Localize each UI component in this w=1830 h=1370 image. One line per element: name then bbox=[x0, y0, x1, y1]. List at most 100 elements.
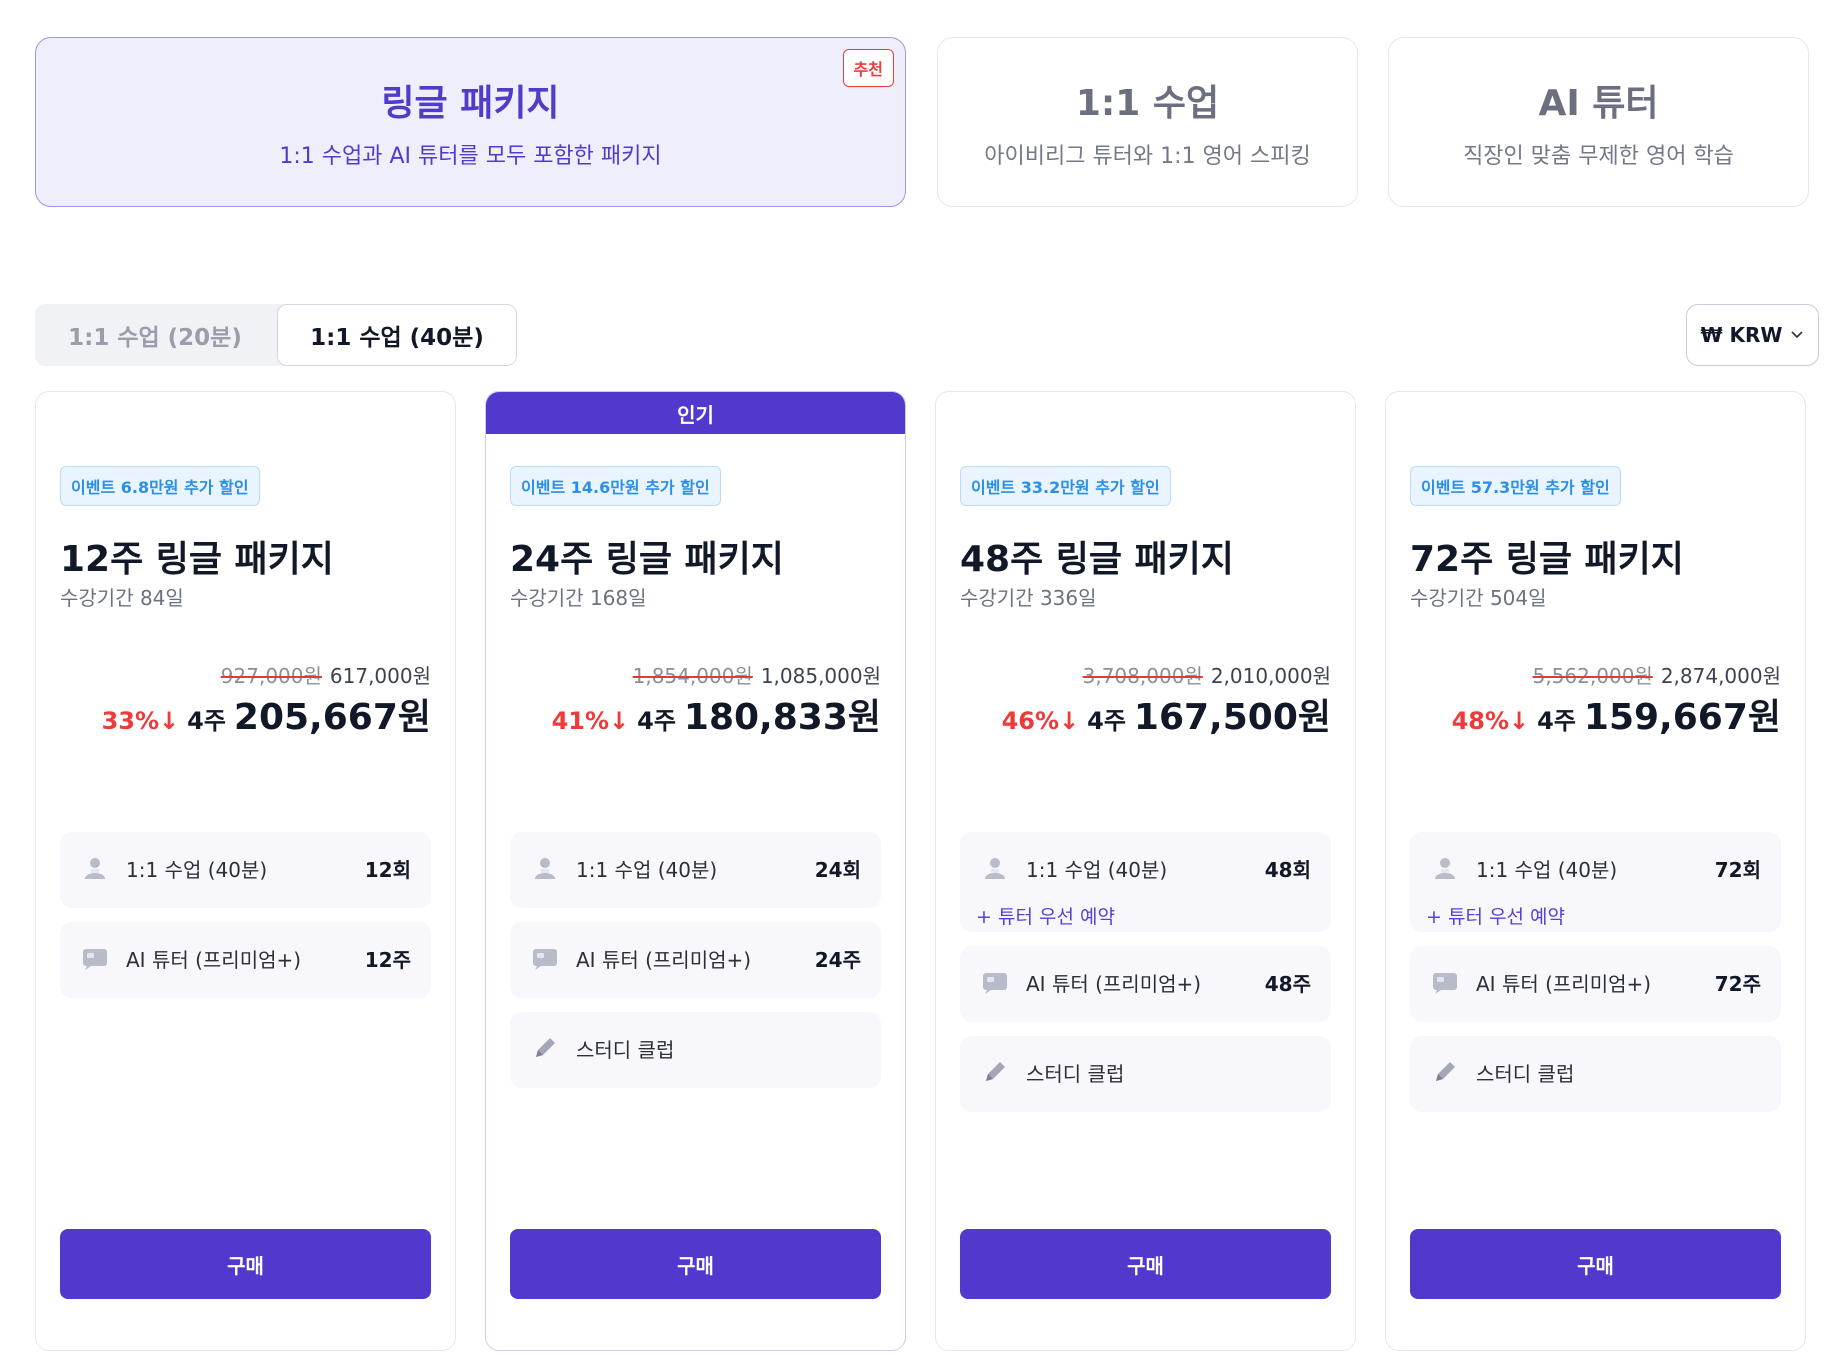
tab-subtitle: 직장인 맞춤 무제한 영어 학습 bbox=[1463, 144, 1734, 169]
plan-card-24w: 이벤트 14.6만원 추가 할인 24주 링글 패키지 수강기간 168일 1,… bbox=[485, 391, 906, 1351]
discount-percent: 41%↓ bbox=[551, 707, 630, 735]
pencil-icon bbox=[1430, 1058, 1460, 1086]
feature-item: AI 튜터 (프리미엄+) 24주 bbox=[510, 922, 881, 998]
feature-row: AI 튜터 (프리미엄+) 72주 bbox=[1430, 968, 1761, 996]
per-period-label: 4주 bbox=[1087, 707, 1126, 735]
tab-title: 링글 패키지 bbox=[381, 83, 560, 124]
feature-label: 스터디 클럽 bbox=[1476, 1061, 1575, 1086]
feature-label: 1:1 수업 (40분) bbox=[1476, 857, 1618, 882]
tab-subtitle: 아이비리그 튜터와 1:1 영어 스피킹 bbox=[984, 144, 1311, 169]
plan-title: 12주 링글 패키지 bbox=[60, 539, 334, 580]
duration-20min-button[interactable]: 1:1 수업 (20분) bbox=[35, 304, 275, 366]
feature-item: AI 튜터 (프리미엄+) 48주 bbox=[960, 946, 1331, 1022]
feature-value: 24주 bbox=[814, 947, 861, 972]
feature-row: 1:1 수업 (40분) 24회 bbox=[530, 854, 861, 882]
per-period-price: 33%↓ 4주 205,667원 bbox=[102, 688, 431, 740]
feature-row: 1:1 수업 (40분) 48회 bbox=[980, 854, 1311, 882]
plan-title: 72주 링글 패키지 bbox=[1410, 539, 1684, 580]
pencil-icon bbox=[530, 1034, 560, 1062]
feature-item: 1:1 수업 (40분) 12회 bbox=[60, 832, 431, 908]
sale-price: 617,000원 bbox=[329, 664, 431, 688]
feature-label: 스터디 클럽 bbox=[1026, 1061, 1125, 1086]
per-period-price: 48%↓ 4주 159,667원 bbox=[1452, 688, 1781, 740]
buy-button[interactable]: 구매 bbox=[510, 1229, 881, 1299]
feature-label: 1:1 수업 (40분) bbox=[1026, 857, 1168, 882]
price-summary: 5,562,000원 2,874,000원 bbox=[1533, 660, 1781, 689]
feature-value: 12회 bbox=[364, 857, 411, 882]
tutor-icon bbox=[980, 854, 1010, 882]
feature-row: AI 튜터 (프리미엄+) 24주 bbox=[530, 944, 861, 972]
tutor-icon bbox=[80, 854, 110, 882]
plan-period: 수강기간 336일 bbox=[960, 586, 1097, 610]
per-period-amount: 205,667원 bbox=[233, 697, 431, 738]
discount-percent: 48%↓ bbox=[1451, 707, 1530, 735]
discount-percent: 46%↓ bbox=[1001, 707, 1080, 735]
plan-title: 24주 링글 패키지 bbox=[510, 539, 784, 580]
duration-40min-button[interactable]: 1:1 수업 (40분) bbox=[277, 304, 517, 366]
feature-row: 1:1 수업 (40분) 12회 bbox=[80, 854, 411, 882]
per-period-label: 4주 bbox=[187, 707, 226, 735]
duration-toggle: 1:1 수업 (20분) 1:1 수업 (40분) bbox=[35, 304, 517, 366]
plan-period: 수강기간 84일 bbox=[60, 586, 184, 610]
feature-label: 1:1 수업 (40분) bbox=[126, 857, 268, 882]
feature-item: 스터디 클럽 bbox=[510, 1012, 881, 1088]
feature-label: AI 튜터 (프리미엄+) bbox=[1476, 971, 1652, 996]
buy-button[interactable]: 구매 bbox=[60, 1229, 431, 1299]
chat-icon bbox=[80, 944, 110, 972]
feature-item: 1:1 수업 (40분) 24회 bbox=[510, 832, 881, 908]
plan-card-12w: 이벤트 6.8만원 추가 할인 12주 링글 패키지 수강기간 84일 927,… bbox=[35, 391, 456, 1351]
plan-title: 48주 링글 패키지 bbox=[960, 539, 1234, 580]
tab-1on1-lesson[interactable]: 1:1 수업 아이비리그 튜터와 1:1 영어 스피킹 bbox=[937, 37, 1358, 207]
event-discount-badge: 이벤트 57.3만원 추가 할인 bbox=[1410, 466, 1621, 506]
feature-row: AI 튜터 (프리미엄+) 48주 bbox=[980, 968, 1311, 996]
feature-value: 48회 bbox=[1264, 857, 1311, 882]
tab-subtitle: 1:1 수업과 AI 튜터를 모두 포함한 패키지 bbox=[279, 144, 662, 169]
discount-percent: 33%↓ bbox=[101, 707, 180, 735]
feature-value: 72주 bbox=[1714, 971, 1761, 996]
feature-value: 12주 bbox=[364, 947, 411, 972]
per-period-price: 46%↓ 4주 167,500원 bbox=[1002, 688, 1331, 740]
feature-label: AI 튜터 (프리미엄+) bbox=[576, 947, 752, 972]
feature-label: 1:1 수업 (40분) bbox=[576, 857, 718, 882]
feature-row: 스터디 클럽 bbox=[980, 1058, 1311, 1086]
per-period-label: 4주 bbox=[637, 707, 676, 735]
feature-item: 스터디 클럽 bbox=[1410, 1036, 1781, 1112]
chevron-down-icon bbox=[1791, 331, 1804, 339]
plan-card-48w: 이벤트 33.2만원 추가 할인 48주 링글 패키지 수강기간 336일 3,… bbox=[935, 391, 1356, 1351]
tutor-icon bbox=[1430, 854, 1460, 882]
per-period-label: 4주 bbox=[1537, 707, 1576, 735]
buy-button[interactable]: 구매 bbox=[1410, 1229, 1781, 1299]
chat-icon bbox=[530, 944, 560, 972]
feature-item: 1:1 수업 (40분) 72회 + 튜터 우선 예약 bbox=[1410, 832, 1781, 932]
event-discount-badge: 이벤트 6.8만원 추가 할인 bbox=[60, 466, 260, 506]
per-period-price: 41%↓ 4주 180,833원 bbox=[552, 688, 881, 740]
tab-title: 1:1 수업 bbox=[1075, 83, 1220, 124]
plan-card-72w: 이벤트 57.3만원 추가 할인 72주 링글 패키지 수강기간 504일 5,… bbox=[1385, 391, 1806, 1351]
sale-price: 2,010,000원 bbox=[1210, 664, 1331, 688]
currency-label: ₩ KRW bbox=[1700, 323, 1783, 347]
plan-period: 수강기간 504일 bbox=[1410, 586, 1547, 610]
tutor-priority-booking: + 튜터 우선 예약 bbox=[976, 906, 1115, 928]
feature-item: AI 튜터 (프리미엄+) 12주 bbox=[60, 922, 431, 998]
chat-icon bbox=[1430, 968, 1460, 996]
event-discount-badge: 이벤트 14.6만원 추가 할인 bbox=[510, 466, 721, 506]
feature-value: 72회 bbox=[1714, 857, 1761, 882]
feature-label: AI 튜터 (프리미엄+) bbox=[126, 947, 302, 972]
feature-row: 스터디 클럽 bbox=[1430, 1058, 1761, 1086]
sale-price: 1,085,000원 bbox=[760, 664, 881, 688]
popular-badge: 인기 bbox=[486, 392, 905, 434]
pencil-icon bbox=[980, 1058, 1010, 1086]
feature-row: 1:1 수업 (40분) 72회 bbox=[1430, 854, 1761, 882]
price-summary: 927,000원 617,000원 bbox=[221, 660, 431, 689]
currency-select[interactable]: ₩ KRW bbox=[1686, 304, 1819, 366]
buy-button[interactable]: 구매 bbox=[960, 1229, 1331, 1299]
feature-row: 스터디 클럽 bbox=[530, 1034, 861, 1062]
original-price: 5,562,000원 bbox=[1532, 664, 1653, 688]
per-period-amount: 167,500원 bbox=[1133, 697, 1331, 738]
original-price: 927,000원 bbox=[220, 664, 322, 688]
tab-ringle-package[interactable]: 링글 패키지 1:1 수업과 AI 튜터를 모두 포함한 패키지 추천 bbox=[35, 37, 906, 207]
feature-value: 24회 bbox=[814, 857, 861, 882]
feature-value: 48주 bbox=[1264, 971, 1311, 996]
tab-ai-tutor[interactable]: AI 튜터 직장인 맞춤 무제한 영어 학습 bbox=[1388, 37, 1809, 207]
feature-item: 스터디 클럽 bbox=[960, 1036, 1331, 1112]
